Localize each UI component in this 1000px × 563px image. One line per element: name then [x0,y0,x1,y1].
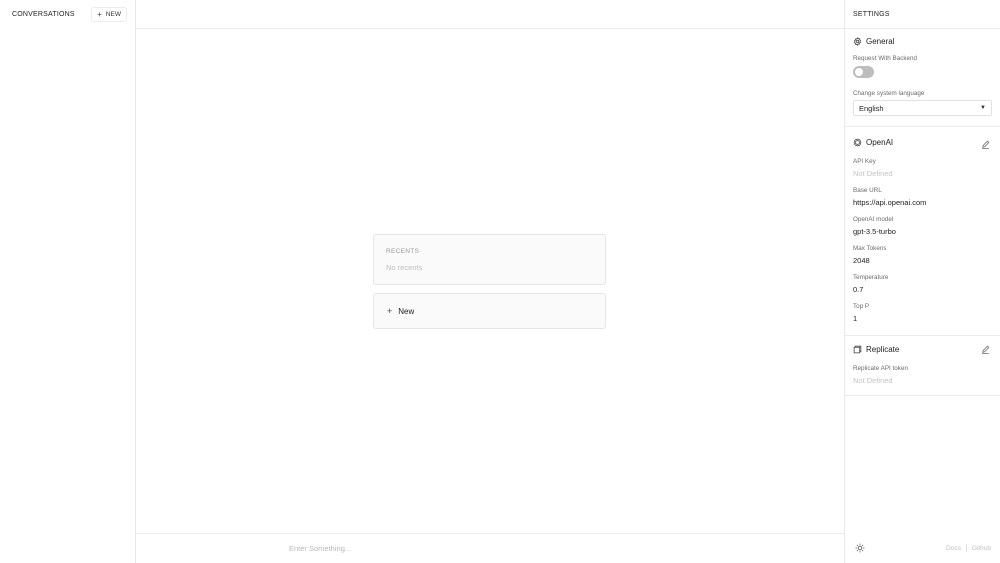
docs-link[interactable]: Docs [946,545,961,552]
replicate-token-label: Replicate API token [853,365,908,372]
general-title: General [866,36,895,46]
replicate-section: Replicate Replicate API token Not Define… [845,337,1000,396]
openai-icon [853,138,862,146]
plus-icon: + [387,305,393,316]
language-label: Change system language [853,90,925,97]
new-chat-button[interactable]: + New [373,293,606,329]
openai-title: OpenAI [866,137,894,147]
message-input[interactable] [289,544,689,553]
temperature-value: 0.7 [853,285,864,294]
gear-icon [854,36,861,46]
settings-panel: SETTINGS General Request With Backend Ch… [844,0,1000,563]
max-tokens-label: Max Tokens [853,245,887,252]
footer-links: Docs Github [946,544,991,552]
github-link[interactable]: Github [972,545,991,552]
recents-card: RECENTS No recents [373,234,606,285]
openai-header: OpenAI [853,130,992,154]
replicate-icon [853,345,862,353]
conversations-sidebar: CONVERSATIONS + NEW [0,0,136,563]
sidebar-header: CONVERSATIONS + NEW [0,0,135,29]
replicate-header: Replicate [853,337,992,361]
replicate-token-value: Not Defined [853,376,893,385]
message-input-bar [136,533,844,563]
top-p-label: Top P [853,303,870,310]
base-url-label: Base URL [853,187,882,194]
recents-title: RECENTS [386,248,420,255]
language-select[interactable]: English ▼ [853,100,992,116]
plus-icon: + [97,9,102,19]
edit-openai-icon[interactable] [981,140,990,149]
api-key-value: Not Defined [853,169,893,178]
new-conversation-label: NEW [105,11,121,18]
general-header: General [853,29,992,53]
temperature-label: Temperature [853,274,889,281]
recents-empty-text: No recents [386,263,423,272]
model-label: OpenAI model [853,216,894,223]
new-chat-label: New [398,306,415,316]
max-tokens-value: 2048 [853,256,870,265]
sidebar-title: CONVERSATIONS [12,11,75,18]
backend-label: Request With Backend [853,55,918,62]
base-url-value: https://api.openai.com [853,198,927,207]
new-conversation-button[interactable]: + NEW [91,7,127,22]
top-p-value: 1 [853,314,858,323]
api-key-label: API Key [853,158,876,165]
backend-toggle[interactable] [853,66,874,78]
divider [965,544,967,552]
settings-footer: Docs Github [845,533,1000,563]
main-panel: RECENTS No recents + New [136,0,844,563]
openai-section: OpenAI API Key Not Defined Base URL http… [845,130,1000,336]
model-value: gpt-3.5-turbo [853,227,896,236]
theme-toggle-icon[interactable] [855,543,865,553]
language-value: English [859,103,884,113]
general-section: General Request With Backend Change syst… [845,29,1000,127]
main-header [136,0,844,29]
replicate-title: Replicate [866,344,900,354]
edit-replicate-icon[interactable] [981,345,990,354]
chevron-down-icon: ▼ [980,105,986,111]
settings-title: SETTINGS [845,0,1000,29]
